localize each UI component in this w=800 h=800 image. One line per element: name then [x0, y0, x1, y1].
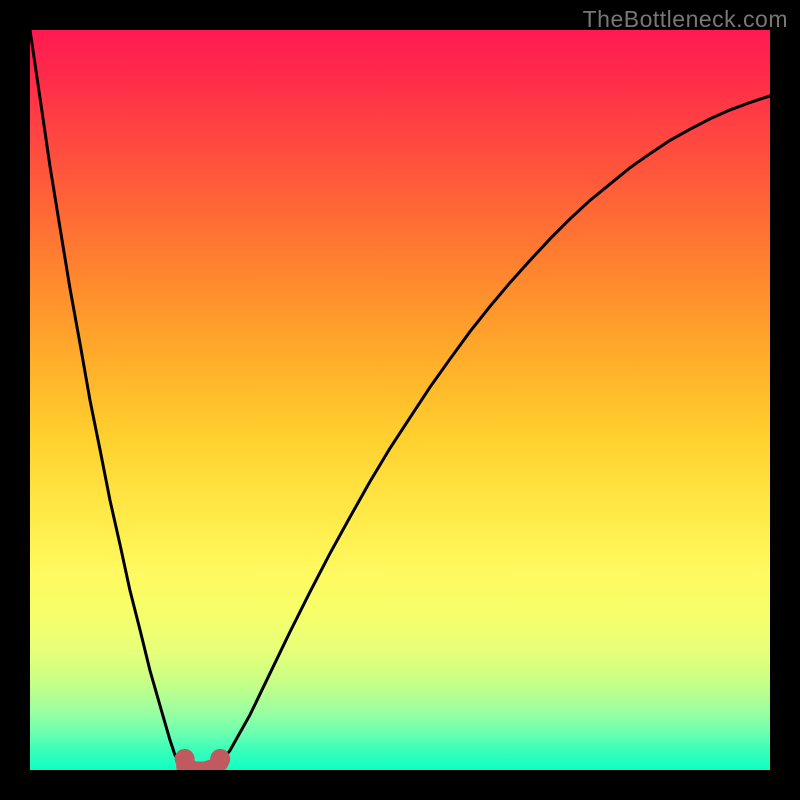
series-right-branch [220, 96, 770, 763]
series-left-branch [30, 30, 185, 766]
marker-0 [175, 749, 195, 769]
curve-group [30, 30, 770, 770]
plot-area [30, 30, 770, 770]
watermark-text: TheBottleneck.com [583, 6, 788, 33]
chart-frame: TheBottleneck.com [0, 0, 800, 800]
curve-overlay [30, 30, 770, 770]
marker-1 [210, 749, 230, 769]
